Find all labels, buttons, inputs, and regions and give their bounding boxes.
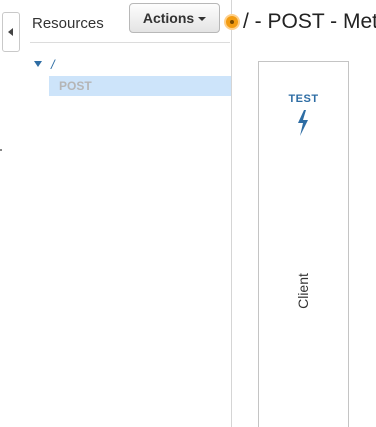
page-title: / - POST - Met [243, 10, 376, 33]
strip-marker [0, 149, 2, 151]
actions-label: Actions [142, 10, 195, 26]
lightning-bolt-icon[interactable] [296, 110, 310, 136]
chevron-left-icon [8, 28, 13, 36]
test-link[interactable]: TEST [259, 93, 348, 105]
expand-caret-icon[interactable] [34, 61, 42, 67]
client-label: Client [295, 273, 311, 309]
resources-panel: Resources Actions / POST [22, 0, 231, 427]
collapse-panel-tab[interactable] [2, 12, 20, 52]
actions-button[interactable]: Actions [129, 3, 220, 33]
resource-tree-root[interactable]: / [34, 55, 55, 73]
caret-down-icon [198, 16, 207, 21]
resources-title: Resources [32, 15, 104, 32]
status-dot-icon [224, 14, 240, 30]
method-label: POST [59, 79, 92, 93]
resource-method-post[interactable]: POST [49, 76, 231, 96]
panel-header-divider [30, 42, 230, 43]
panel-divider [231, 0, 232, 427]
client-card: TEST Client [258, 61, 349, 427]
left-collapse-strip [0, 0, 23, 427]
root-path-label: / [51, 56, 55, 72]
